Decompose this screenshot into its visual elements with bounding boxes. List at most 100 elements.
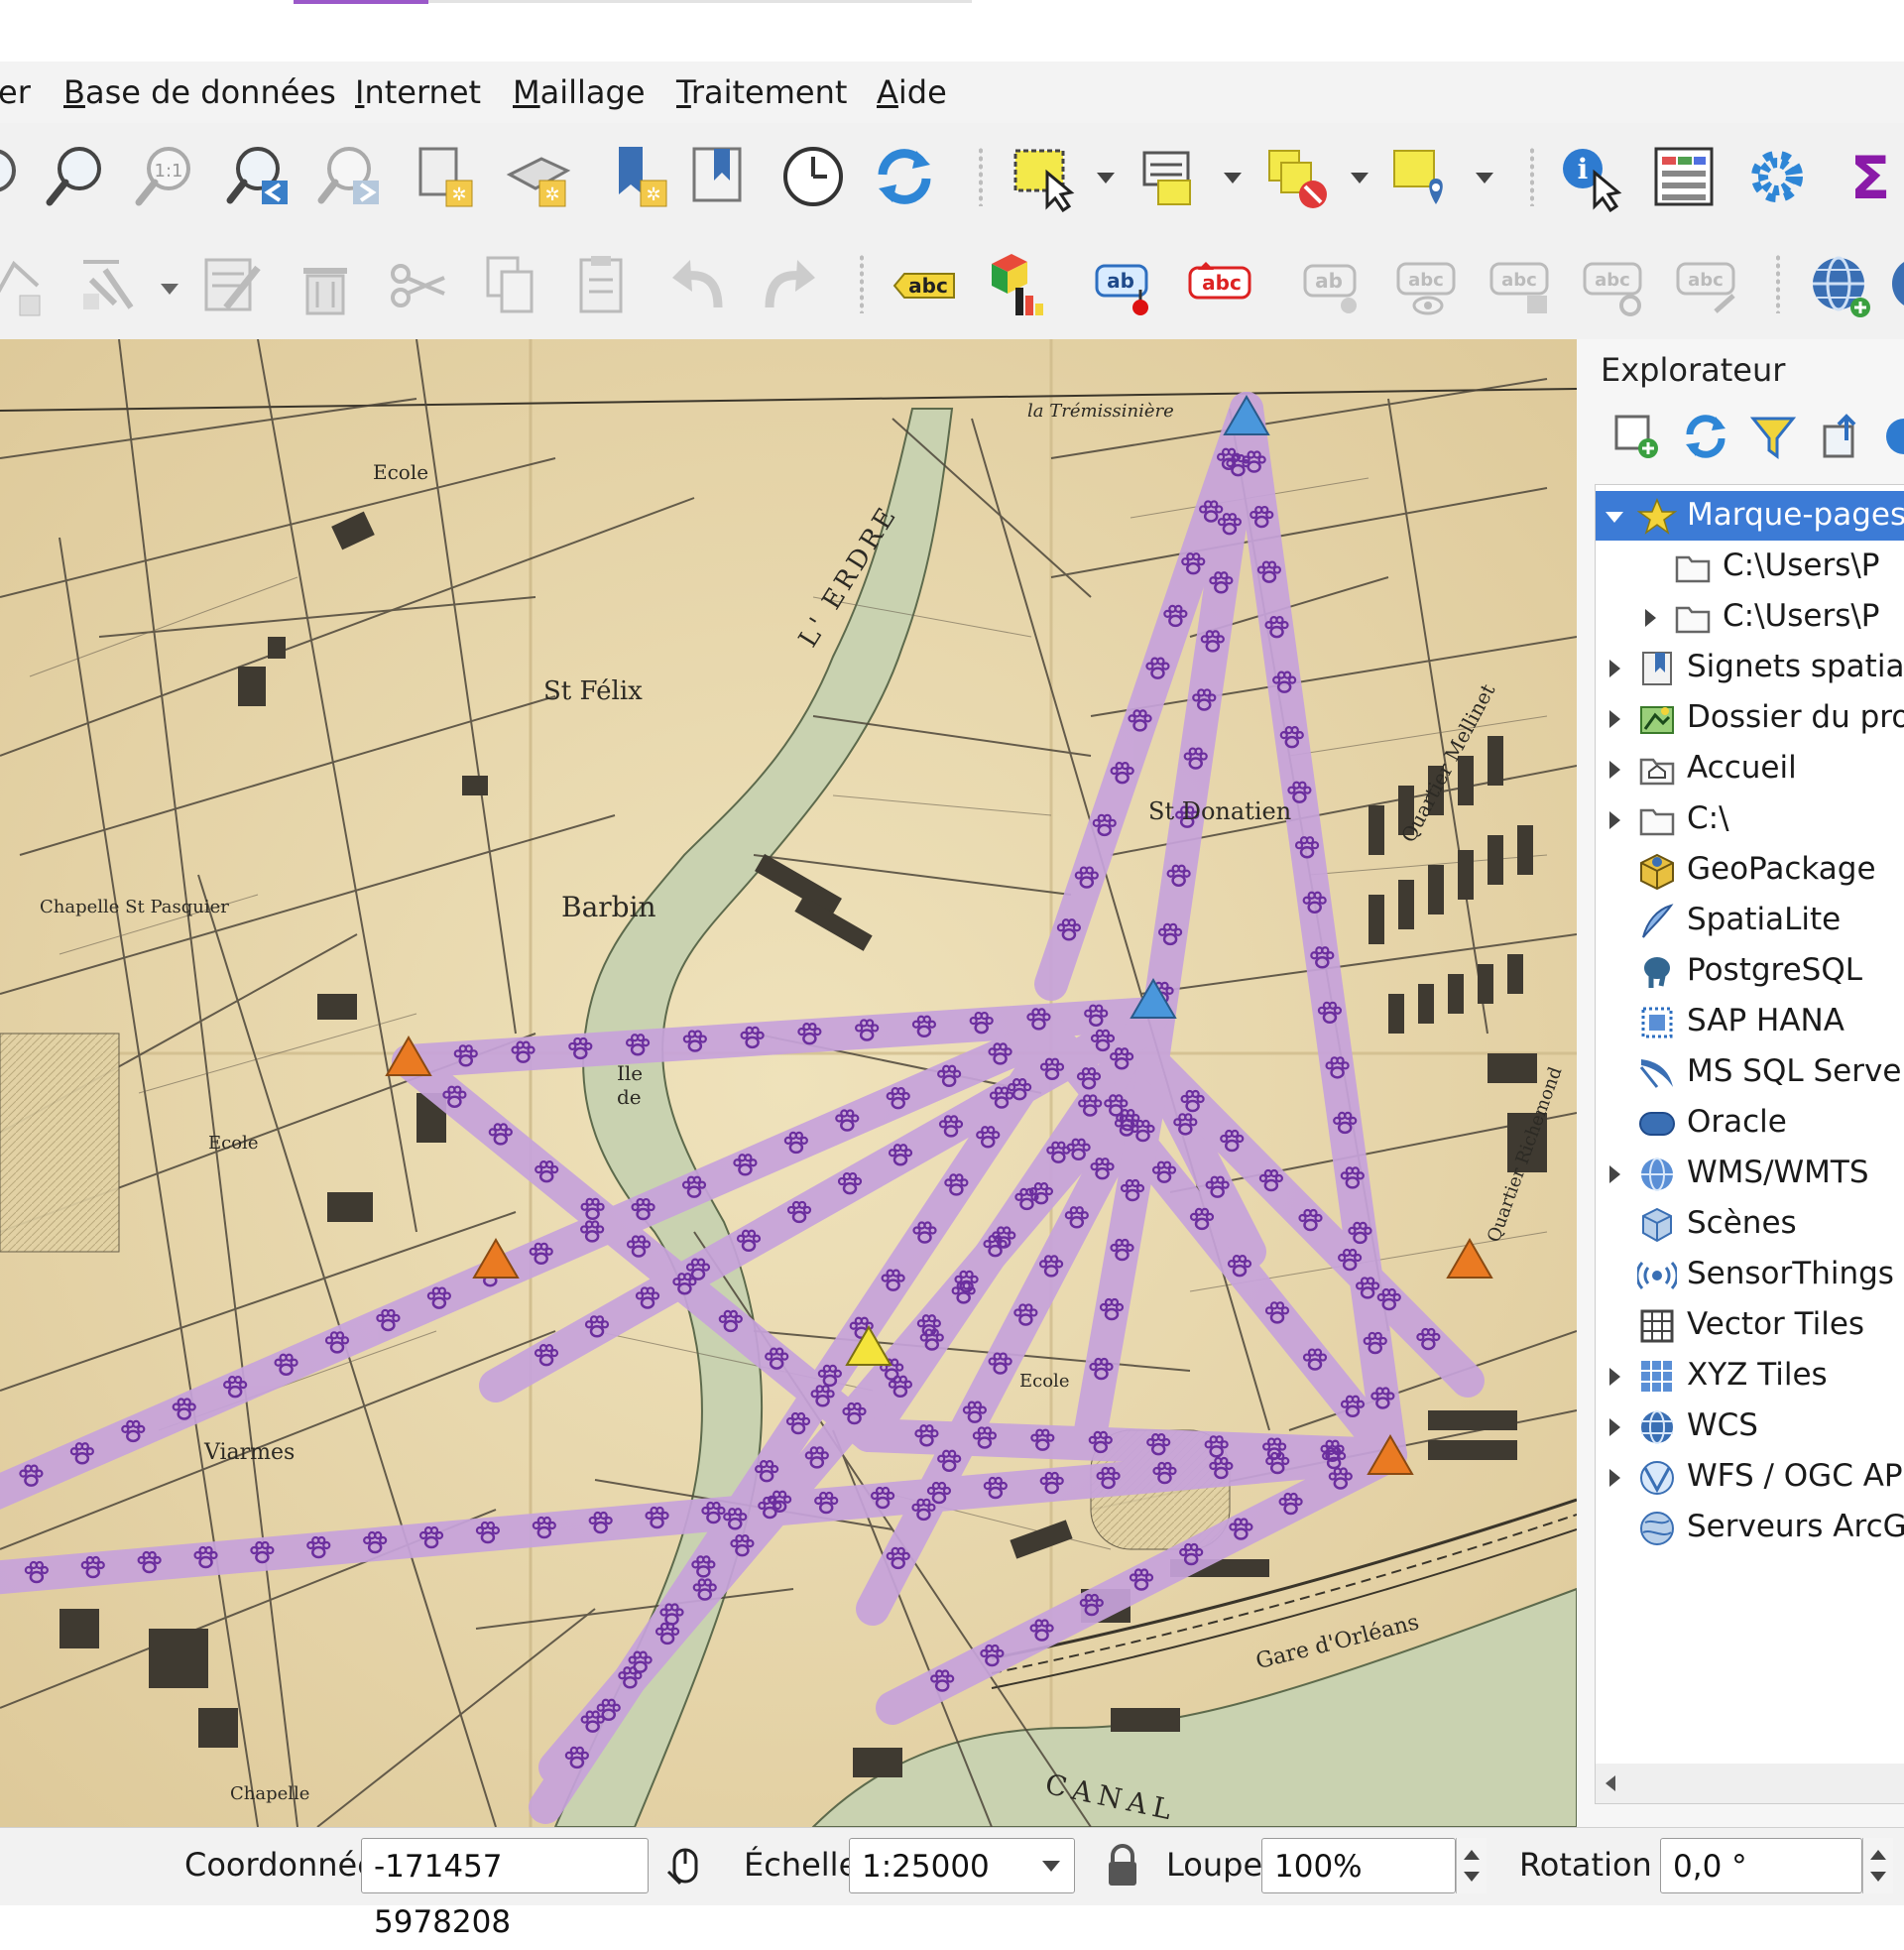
expand-arrow-icon[interactable] xyxy=(1609,710,1620,728)
statistical-summary-icon[interactable]: Σ xyxy=(1835,141,1904,212)
pin-unpin-labels-icon[interactable]: ab xyxy=(1091,250,1162,321)
coordinate-field[interactable]: -171457 5978208 xyxy=(361,1838,649,1940)
add-xyz-layer-icon[interactable] xyxy=(1884,250,1904,321)
cut-features-icon[interactable] xyxy=(383,250,454,321)
layer-diagram-options-icon[interactable] xyxy=(982,250,1053,321)
vertex-tool-icon[interactable] xyxy=(75,250,147,321)
rotation-spinner[interactable] xyxy=(1862,1838,1893,1893)
expand-arrow-icon[interactable] xyxy=(1609,1418,1620,1436)
scale-combo[interactable]: 1:25000 xyxy=(849,1838,1075,1893)
toolbar-grip[interactable] xyxy=(1529,147,1535,206)
chevron-down-icon[interactable] xyxy=(1351,173,1368,183)
horizontal-scrollbar[interactable] xyxy=(1595,1764,1904,1804)
browser-item-vector-tiles[interactable]: Vector Tiles xyxy=(1596,1300,1904,1350)
chevron-down-icon[interactable] xyxy=(161,284,178,295)
browser-item-signets-spatiaux[interactable]: Signets spatiaux xyxy=(1596,643,1904,692)
browser-item-c-users-p[interactable]: C:\Users\P xyxy=(1596,592,1904,642)
menu-base-de-donnees[interactable]: Base de données xyxy=(63,73,336,111)
deselect-features-icon[interactable] xyxy=(1261,141,1333,212)
browser-item-wms-wmts[interactable]: WMS/WMTS xyxy=(1596,1149,1904,1198)
browser-item-dossier-du-projet[interactable]: Dossier du projet xyxy=(1596,693,1904,743)
move-diagram-icon[interactable]: abc xyxy=(1486,250,1557,321)
spin-down-icon[interactable] xyxy=(1870,1872,1886,1882)
zoom-last-icon[interactable] xyxy=(222,141,294,212)
show-spatial-bookmarks-icon[interactable] xyxy=(684,141,756,212)
browser-item-serveurs-arcgis[interactable]: Serveurs ArcGIS xyxy=(1596,1503,1904,1552)
toolbar-grip[interactable] xyxy=(1775,254,1781,313)
expanded-arrow-icon[interactable] xyxy=(1606,512,1623,523)
browser-item-sc-nes[interactable]: Scènes xyxy=(1596,1199,1904,1249)
browser-tree[interactable]: Marque-pages C:\Users\P C:\Users\P Signets … xyxy=(1595,484,1904,1766)
filter-icon[interactable] xyxy=(1745,409,1801,464)
collapse-all-icon[interactable] xyxy=(1815,409,1870,464)
chevron-down-icon[interactable] xyxy=(1476,173,1493,183)
zoom-next-icon[interactable] xyxy=(313,141,385,212)
spin-up-icon[interactable] xyxy=(1464,1850,1480,1860)
select-by-value-icon[interactable] xyxy=(1134,141,1206,212)
toggle-extents-mouse-icon[interactable] xyxy=(662,1842,710,1889)
chevron-down-icon[interactable] xyxy=(1097,173,1115,183)
highlight-pinned-labels-icon[interactable]: abc xyxy=(1184,250,1255,321)
lock-scale-icon[interactable] xyxy=(1103,1842,1142,1889)
browser-item-geopackage[interactable]: GeoPackage xyxy=(1596,845,1904,895)
browser-item-ms-sql-server[interactable]: MS SQL Server xyxy=(1596,1047,1904,1097)
change-label-properties-icon[interactable]: abc xyxy=(1672,250,1743,321)
magnifier-spinner[interactable] xyxy=(1456,1838,1487,1893)
chevron-down-icon[interactable] xyxy=(1224,173,1242,183)
browser-item-accueil[interactable]: Accueil xyxy=(1596,744,1904,793)
browser-item-wcs[interactable]: WCS xyxy=(1596,1402,1904,1451)
add-polygon-feature-icon[interactable] xyxy=(0,250,56,321)
menu-traitement[interactable]: Traitement xyxy=(676,73,847,111)
browser-item-sensorthings[interactable]: SensorThings xyxy=(1596,1250,1904,1299)
browser-item-spatialite[interactable]: SpatiaLite xyxy=(1596,896,1904,945)
menu-aide[interactable]: Aide xyxy=(877,73,947,111)
move-label-icon[interactable]: ab xyxy=(1299,250,1370,321)
expand-arrow-icon[interactable] xyxy=(1609,660,1620,677)
browser-item-wfs-ogc-api[interactable]: WFS / OGC API xyxy=(1596,1452,1904,1502)
scroll-left-icon[interactable] xyxy=(1606,1775,1615,1791)
expand-arrow-icon[interactable] xyxy=(1609,811,1620,829)
delete-selected-icon[interactable] xyxy=(290,250,361,321)
layer-labeling-options-icon[interactable]: abc xyxy=(889,250,960,321)
properties-icon[interactable] xyxy=(1876,409,1904,464)
identify-features-icon[interactable]: i xyxy=(1555,141,1626,212)
undo-icon[interactable] xyxy=(662,250,734,321)
new-map-view-icon[interactable]: ✲ xyxy=(411,141,482,212)
browser-item-c-users-p[interactable]: C:\Users\P xyxy=(1596,542,1904,591)
menu-internet[interactable]: Internet xyxy=(355,73,481,111)
expand-arrow-icon[interactable] xyxy=(1609,1469,1620,1487)
add-wms-layer-icon[interactable] xyxy=(1805,250,1876,321)
copy-features-icon[interactable] xyxy=(476,250,547,321)
spin-down-icon[interactable] xyxy=(1464,1872,1480,1882)
magnifier-field[interactable]: 100% xyxy=(1261,1838,1456,1893)
browser-item-oracle[interactable]: Oracle xyxy=(1596,1098,1904,1148)
menu-maillage[interactable]: Maillage xyxy=(513,73,646,111)
add-selected-layers-icon[interactable] xyxy=(1608,409,1664,464)
browser-item-xyz-tiles[interactable]: XYZ Tiles xyxy=(1596,1351,1904,1401)
zoom-out-icon[interactable] xyxy=(40,141,111,212)
modify-attributes-icon[interactable] xyxy=(196,250,268,321)
chevron-down-icon[interactable] xyxy=(1042,1861,1060,1872)
menu-vecteur[interactable]: er xyxy=(0,73,31,111)
show-hide-labels-icon[interactable]: abc xyxy=(1392,250,1464,321)
expand-arrow-icon[interactable] xyxy=(1609,1368,1620,1386)
temporal-controller-icon[interactable] xyxy=(777,141,849,212)
redo-icon[interactable] xyxy=(754,250,825,321)
browser-item-c[interactable]: C:\ xyxy=(1596,794,1904,844)
expand-arrow-icon[interactable] xyxy=(1609,761,1620,779)
rotate-label-icon[interactable]: abc xyxy=(1579,250,1650,321)
new-3d-map-view-icon[interactable]: ✲ xyxy=(502,141,573,212)
browser-item-sap-hana[interactable]: SAP HANA xyxy=(1596,997,1904,1046)
expand-arrow-icon[interactable] xyxy=(1609,1165,1620,1183)
select-features-icon[interactable] xyxy=(1008,141,1079,212)
map-canvas[interactable]: la Trémissinière Ecole St Félix L' ERDRE… xyxy=(0,339,1578,1827)
refresh-icon[interactable] xyxy=(869,141,940,212)
toolbar-grip[interactable] xyxy=(978,147,984,206)
new-spatial-bookmark-icon[interactable]: ✲ xyxy=(603,141,674,212)
open-field-calculator-icon[interactable] xyxy=(1648,141,1720,212)
browser-item-marque-pages[interactable]: Marque-pages xyxy=(1596,491,1904,541)
refresh-icon[interactable] xyxy=(1678,409,1733,464)
processing-toolbox-icon[interactable] xyxy=(1741,141,1813,212)
paste-features-icon[interactable] xyxy=(567,250,639,321)
zoom-native-resolution-icon[interactable]: 1:1 xyxy=(129,141,200,212)
